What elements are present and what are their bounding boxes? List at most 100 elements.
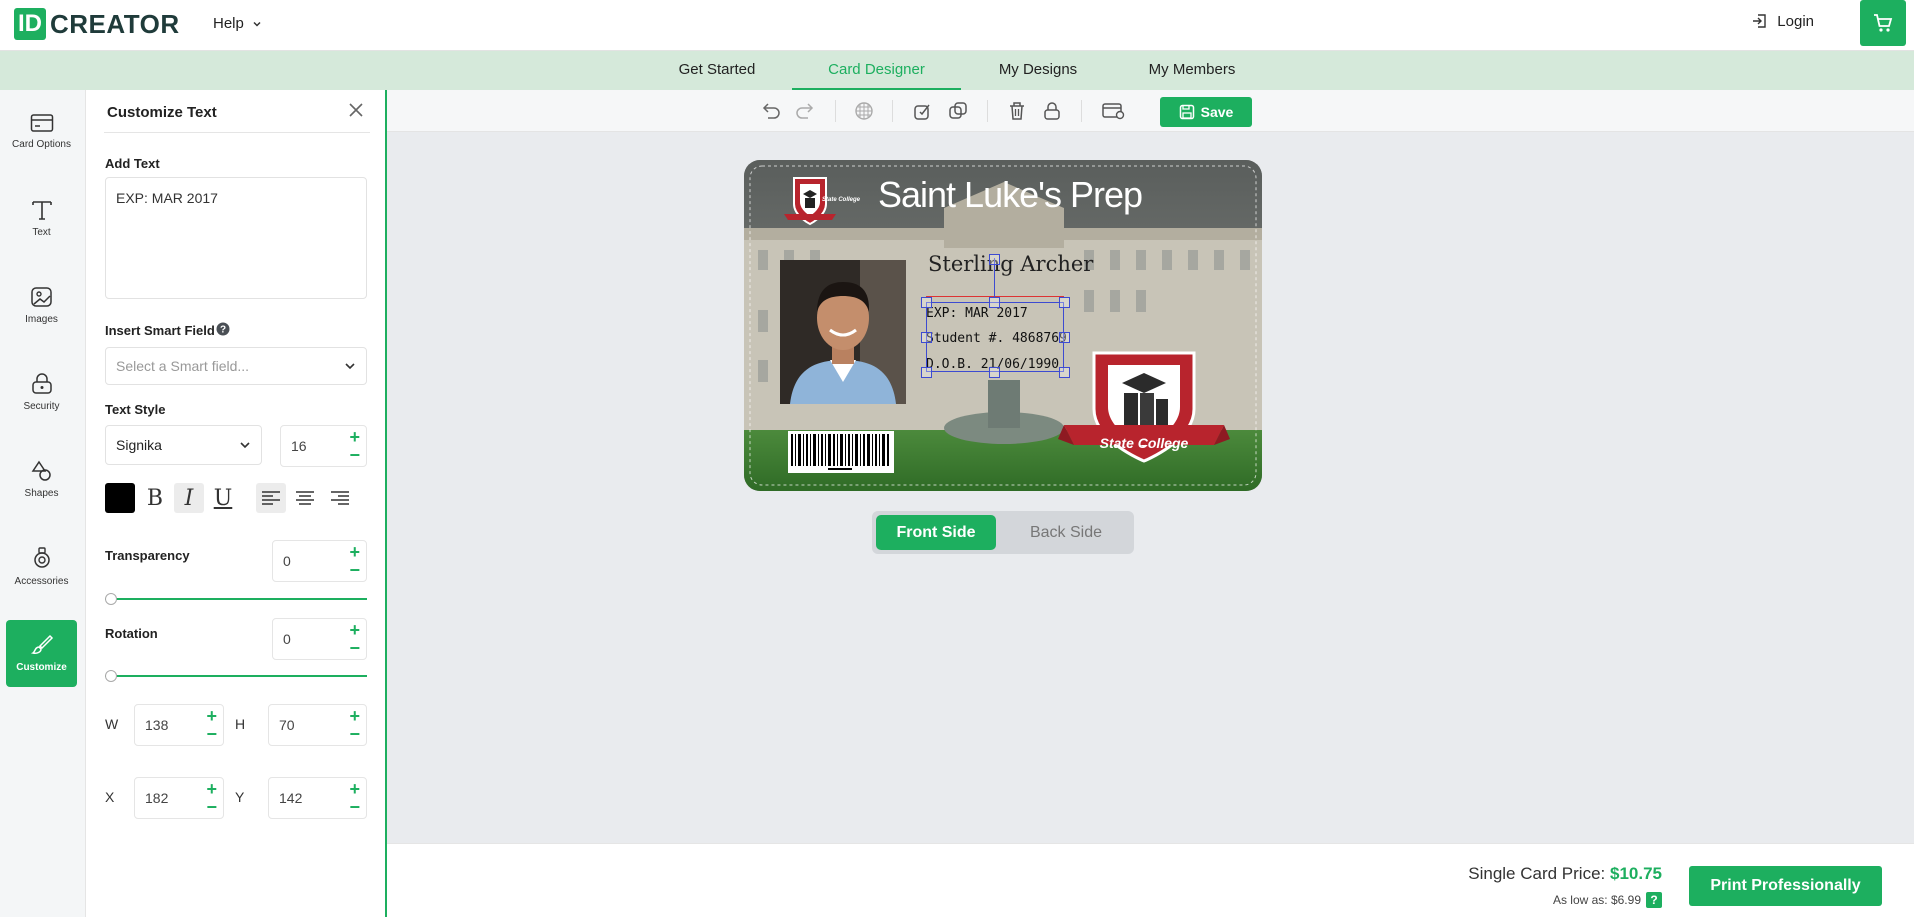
small-seal-text: State College [822,197,861,203]
font-size-value: 16 [291,438,307,454]
rail-item-accessories[interactable]: Accessories [6,533,77,600]
rotation-stepper[interactable]: 0 + − [272,618,367,660]
front-side-button[interactable]: Front Side [876,515,996,550]
decrease-button[interactable]: − [349,798,360,816]
decrease-button[interactable]: − [206,725,217,743]
rotation-value: 0 [283,631,291,647]
tab-my-members[interactable]: My Members [1140,51,1244,90]
decrease-button[interactable]: − [349,446,360,464]
svg-text:?: ? [220,325,226,336]
italic-button[interactable]: I [174,483,204,513]
price-value: $10.75 [1610,864,1662,883]
cart-button[interactable] [1860,0,1906,46]
slider-knob[interactable] [105,670,117,682]
help-menu[interactable]: Help [213,15,262,32]
y-label: Y [235,789,245,805]
save-button[interactable]: Save [1160,97,1252,127]
close-icon[interactable] [348,102,364,118]
resize-handle[interactable] [921,297,932,308]
x-stepper[interactable]: 182 + − [134,777,224,819]
redo-icon[interactable] [794,100,816,122]
add-text-input[interactable]: EXP: MAR 2017 [105,177,367,299]
y-stepper[interactable]: 142 + − [268,777,367,819]
resize-handle[interactable] [921,367,932,378]
rail-item-security[interactable]: Security [6,359,77,426]
text-color-swatch[interactable] [105,483,135,513]
trash-icon[interactable] [1006,100,1028,122]
chevron-down-icon [253,21,261,27]
accessory-icon [33,547,50,568]
transparency-value: 0 [283,553,291,569]
smart-field-select[interactable]: Select a Smart field... [105,347,367,385]
lock-icon[interactable] [1041,100,1063,122]
align-right-button[interactable] [325,483,355,513]
price-help-icon[interactable]: ? [1646,892,1662,908]
divider [835,100,836,122]
align-center-icon [296,491,314,505]
transparency-stepper[interactable]: 0 + − [272,540,367,582]
rotate-handle[interactable] [989,254,1000,265]
brand-logo[interactable]: ID CREATOR [14,8,180,40]
rail-label: Shapes [24,488,59,499]
barcode[interactable] [788,431,894,473]
card-preview-icon[interactable] [1101,100,1125,122]
width-stepper[interactable]: 138 + − [134,704,224,746]
print-professionally-button[interactable]: Print Professionally [1689,866,1882,906]
card-side-toggle: Front Side Back Side [872,511,1134,554]
back-side-button[interactable]: Back Side [1002,515,1130,550]
duplicate-icon[interactable] [947,100,969,122]
height-stepper[interactable]: 70 + − [268,704,367,746]
align-left-button[interactable] [256,483,286,513]
top-header: ID CREATOR Help Login [0,0,1914,51]
member-name[interactable]: Sterling Archer [928,252,1093,276]
increase-button[interactable]: + [206,780,217,798]
cart-icon [1874,14,1893,32]
increase-button[interactable]: + [349,543,360,561]
seal-text: State College [1099,435,1189,451]
increase-button[interactable]: + [349,707,360,725]
font-select[interactable]: Signika [105,425,262,465]
login-icon [1753,14,1766,28]
decrease-button[interactable]: − [349,639,360,657]
single-card-price: Single Card Price: $10.75 [1468,864,1662,884]
login-button[interactable]: Login [1751,12,1814,30]
rail-item-text[interactable]: Text [6,185,77,252]
selection-box[interactable] [926,302,1064,372]
increase-button[interactable]: + [349,621,360,639]
bold-button[interactable]: B [140,483,170,513]
increase-button[interactable]: + [349,428,360,446]
rotation-slider[interactable] [105,670,367,682]
font-size-stepper[interactable]: 16 + − [280,425,367,467]
resize-handle[interactable] [989,297,1000,308]
group-icon[interactable] [912,100,934,122]
tab-get-started[interactable]: Get Started [665,51,769,90]
rail-label: Images [25,314,58,325]
underline-button[interactable]: U [208,483,238,513]
increase-button[interactable]: + [206,707,217,725]
undo-icon[interactable] [760,100,782,122]
align-center-button[interactable] [290,483,320,513]
increase-button[interactable]: + [349,780,360,798]
resize-handle[interactable] [989,367,1000,378]
resize-handle[interactable] [1059,367,1070,378]
decrease-button[interactable]: − [349,725,360,743]
transparency-slider[interactable] [105,593,367,605]
resize-handle[interactable] [1059,332,1070,343]
editor-toolbar [387,90,1914,132]
rail-item-card-options[interactable]: Card Options [6,98,77,165]
resize-handle[interactable] [1059,297,1070,308]
member-photo[interactable] [780,260,906,404]
help-circle-icon[interactable]: ? [216,322,230,336]
tab-card-designer[interactable]: Card Designer [792,51,961,90]
tab-my-designs[interactable]: My Designs [988,51,1088,90]
grid-icon[interactable] [853,100,875,122]
slider-knob[interactable] [105,593,117,605]
rail-item-shapes[interactable]: Shapes [6,446,77,513]
resize-handle[interactable] [921,332,932,343]
decrease-button[interactable]: − [349,561,360,579]
id-card-preview[interactable]: Saint Luke's Prep Sterling Archer EXP: M… [744,160,1262,491]
decrease-button[interactable]: − [206,798,217,816]
card-title[interactable]: Saint Luke's Prep [878,174,1143,216]
rail-item-customize[interactable]: Customize [6,620,77,687]
rail-item-images[interactable]: Images [6,272,77,339]
